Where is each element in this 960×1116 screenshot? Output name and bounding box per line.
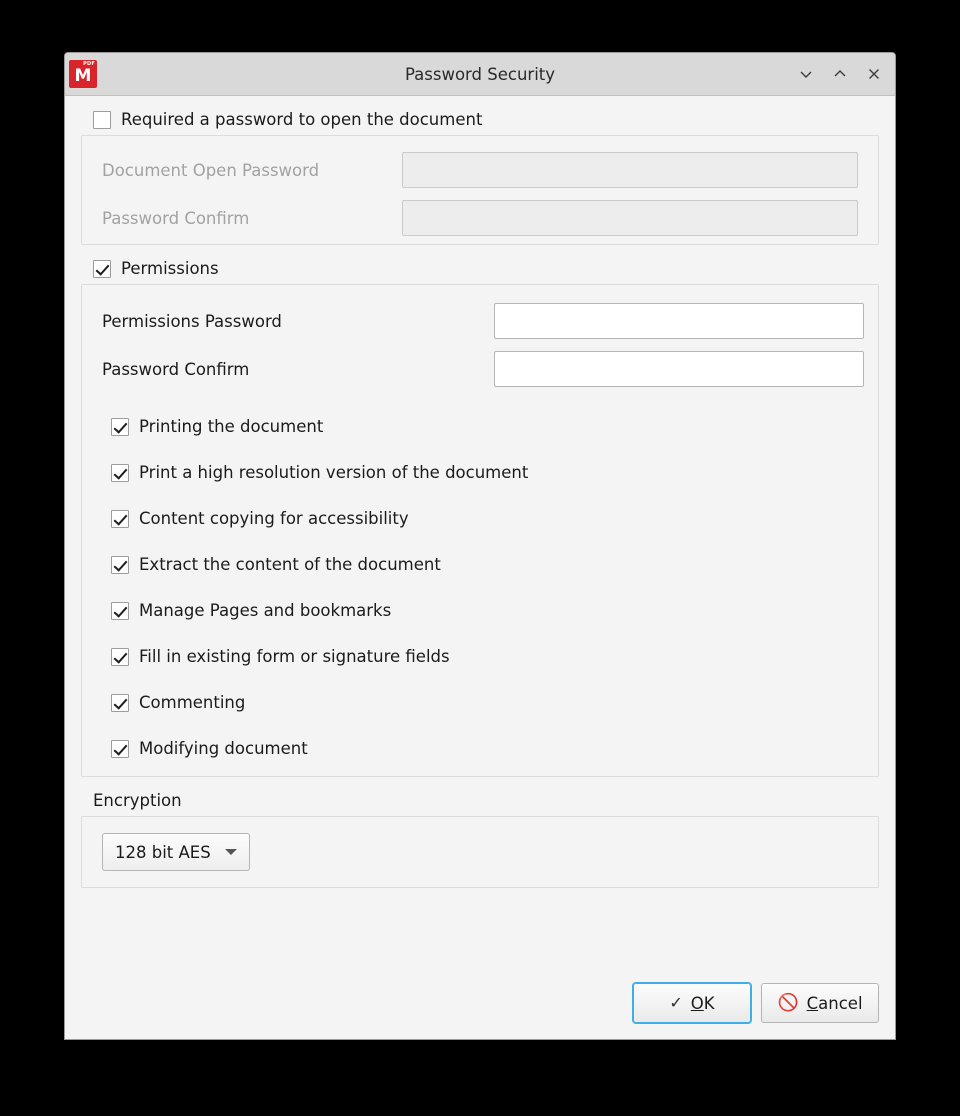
checkbox-box (111, 602, 129, 620)
permission-options-list: Printing the document Print a high resol… (82, 417, 878, 758)
chevron-down-icon[interactable] (795, 63, 817, 85)
checkbox-box (111, 418, 129, 436)
permission-option-label: Extract the content of the document (139, 555, 441, 574)
permission-option-label: Print a high resolution version of the d… (139, 463, 528, 482)
permissions-password-confirm-input[interactable] (494, 351, 864, 387)
permission-option-high-res-printing[interactable]: Print a high resolution version of the d… (111, 463, 878, 482)
permission-option-label: Manage Pages and bookmarks (139, 601, 391, 620)
permission-option-commenting[interactable]: Commenting (111, 693, 878, 712)
checkbox-box (111, 740, 129, 758)
document-open-password-label: Document Open Password (102, 161, 402, 180)
pdf-app-icon: PDF M (69, 60, 97, 88)
permission-option-label: Content copying for accessibility (139, 509, 409, 528)
titlebar: PDF M Password Security (65, 53, 895, 96)
permissions-password-confirm-row: Password Confirm (82, 351, 878, 387)
permissions-password-confirm-label: Password Confirm (102, 360, 494, 379)
document-open-password-input[interactable] (402, 152, 858, 188)
checkbox-box (111, 694, 129, 712)
chevron-down-icon (225, 849, 237, 855)
permissions-password-input[interactable] (494, 303, 864, 339)
permissions-checkbox[interactable]: Permissions (93, 259, 879, 278)
open-password-confirm-input[interactable] (402, 200, 858, 236)
ok-button-label: OK (691, 994, 715, 1013)
open-password-confirm-label: Password Confirm (102, 209, 402, 228)
cancel-accel: C (807, 994, 819, 1013)
ok-rest: K (704, 994, 715, 1013)
cancel-button-label: Cancel (807, 994, 863, 1013)
encryption-selected-value: 128 bit AES (115, 843, 211, 862)
ok-accel: O (691, 994, 704, 1013)
permission-option-printing[interactable]: Printing the document (111, 417, 878, 436)
cancel-rest: ancel (818, 994, 862, 1013)
permission-option-content-copying[interactable]: Content copying for accessibility (111, 509, 878, 528)
chevron-up-icon[interactable] (829, 63, 851, 85)
require-open-password-label: Required a password to open the document (121, 110, 482, 129)
permissions-password-row: Permissions Password (82, 303, 878, 339)
permissions-group: Permissions Password Password Confirm Pr… (81, 284, 879, 777)
encryption-title: Encryption (93, 791, 879, 810)
permission-option-label: Commenting (139, 693, 245, 712)
permission-option-label: Printing the document (139, 417, 323, 436)
permissions-label: Permissions (121, 259, 219, 278)
require-open-password-checkbox[interactable]: Required a password to open the document (93, 110, 523, 129)
dialog-body: Required a password to open the document… (65, 96, 895, 1039)
close-icon[interactable] (863, 63, 885, 85)
password-security-dialog: PDF M Password Security Required a passw… (64, 52, 896, 1040)
permissions-password-label: Permissions Password (102, 312, 494, 331)
checkbox-box (111, 464, 129, 482)
open-password-group: Document Open Password Password Confirm (81, 135, 879, 245)
check-icon: ✓ (669, 995, 682, 1011)
cancel-button[interactable]: 🚫 Cancel (761, 983, 879, 1023)
checkbox-box (93, 260, 111, 278)
permission-option-label: Modifying document (139, 739, 308, 758)
encryption-group: 128 bit AES (81, 816, 879, 888)
document-open-password-row: Document Open Password (102, 152, 858, 188)
checkbox-box (111, 556, 129, 574)
permission-option-modifying[interactable]: Modifying document (111, 739, 878, 758)
ban-icon: 🚫 (777, 995, 798, 1012)
permission-option-label: Fill in existing form or signature field… (139, 647, 450, 666)
dialog-footer: ✓ OK 🚫 Cancel (81, 983, 879, 1039)
permission-option-extract-content[interactable]: Extract the content of the document (111, 555, 878, 574)
checkbox-box (111, 510, 129, 528)
window-controls (795, 63, 895, 85)
checkbox-box (111, 648, 129, 666)
pdf-icon-letter: M (69, 68, 97, 85)
open-password-confirm-row: Password Confirm (102, 200, 858, 236)
checkbox-box (93, 111, 111, 129)
ok-button[interactable]: ✓ OK (633, 983, 751, 1023)
encryption-select[interactable]: 128 bit AES (102, 833, 250, 871)
window-title: Password Security (65, 65, 895, 84)
permission-option-manage-pages[interactable]: Manage Pages and bookmarks (111, 601, 878, 620)
permission-option-fill-forms[interactable]: Fill in existing form or signature field… (111, 647, 878, 666)
